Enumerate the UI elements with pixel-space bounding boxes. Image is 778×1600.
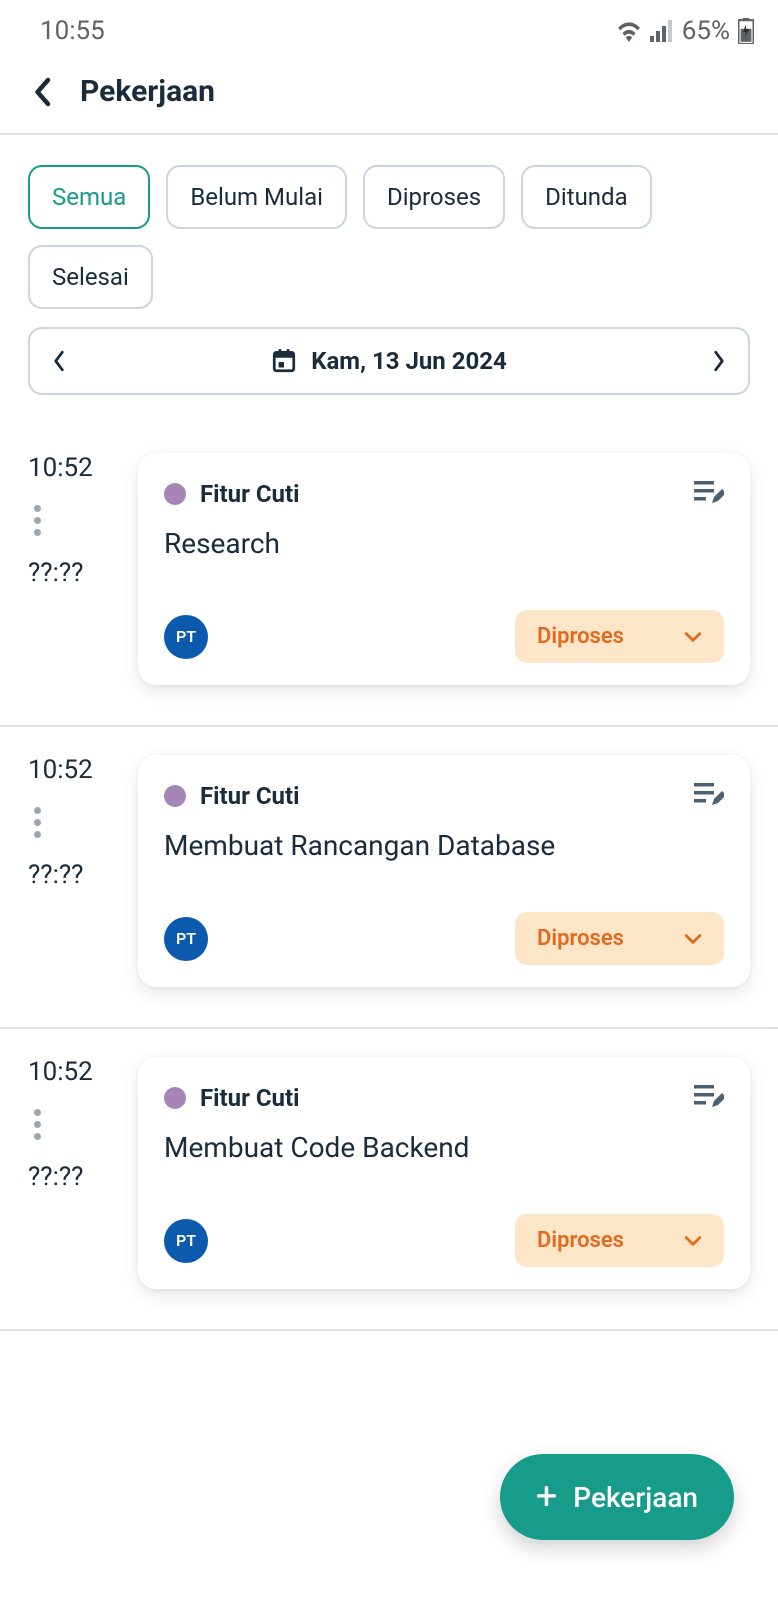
- status-indicators: 65%: [616, 16, 754, 46]
- task-status-label: Diproses: [537, 624, 624, 649]
- signal-icon: [650, 20, 674, 42]
- add-pekerjaan-fab[interactable]: + Pekerjaan: [500, 1454, 734, 1540]
- tab-ditunda[interactable]: Ditunda: [521, 165, 652, 229]
- task-tag-label: Fitur Cuti: [200, 1084, 299, 1112]
- task-edit-button[interactable]: [694, 479, 724, 509]
- task-card[interactable]: Fitur Cuti Research PT Diproses: [138, 453, 750, 685]
- task-more-button[interactable]: [28, 1109, 41, 1140]
- task-tag: Fitur Cuti: [164, 480, 299, 508]
- wifi-icon: [616, 20, 642, 42]
- tag-dot-icon: [164, 785, 186, 807]
- chevron-right-icon: [712, 350, 726, 372]
- task-title: Research: [164, 527, 724, 560]
- task-time-column: 10:52 ??:??: [28, 1057, 116, 1289]
- task-avatar[interactable]: PT: [164, 1219, 208, 1263]
- date-display[interactable]: Kam, 13 Jun 2024: [271, 347, 507, 375]
- tab-selesai[interactable]: Selesai: [28, 245, 153, 309]
- date-next-button[interactable]: [712, 350, 726, 372]
- task-start-time: 10:52: [28, 453, 93, 483]
- page-header: Pekerjaan: [0, 54, 778, 135]
- battery-icon: [738, 18, 754, 44]
- task-avatar[interactable]: PT: [164, 615, 208, 659]
- chevron-down-icon: [684, 933, 702, 945]
- status-time: 10:55: [40, 16, 105, 46]
- task-row: 10:52 ??:?? Fitur Cuti Membuat Rancangan…: [0, 727, 778, 1029]
- chevron-left-icon: [52, 350, 66, 372]
- task-status-dropdown[interactable]: Diproses: [515, 610, 724, 663]
- task-title: Membuat Rancangan Database: [164, 829, 724, 862]
- chevron-down-icon: [684, 631, 702, 643]
- battery-percent: 65%: [682, 16, 730, 46]
- date-prev-button[interactable]: [52, 350, 66, 372]
- tag-dot-icon: [164, 1087, 186, 1109]
- task-edit-button[interactable]: [694, 781, 724, 811]
- task-more-button[interactable]: [28, 807, 41, 838]
- task-tag-label: Fitur Cuti: [200, 782, 299, 810]
- chevron-left-icon: [32, 77, 52, 107]
- task-card[interactable]: Fitur Cuti Membuat Rancangan Database PT…: [138, 755, 750, 987]
- back-button[interactable]: [32, 77, 52, 107]
- task-edit-button[interactable]: [694, 1083, 724, 1113]
- filter-tabs: Semua Belum Mulai Diproses Ditunda Seles…: [0, 135, 778, 327]
- page-title: Pekerjaan: [80, 74, 215, 109]
- tag-dot-icon: [164, 483, 186, 505]
- task-time-column: 10:52 ??:??: [28, 453, 116, 685]
- tab-belum-mulai[interactable]: Belum Mulai: [166, 165, 347, 229]
- task-row: 10:52 ??:?? Fitur Cuti Research PT Dipro…: [0, 425, 778, 727]
- task-row: 10:52 ??:?? Fitur Cuti Membuat Code Back…: [0, 1029, 778, 1331]
- date-picker: Kam, 13 Jun 2024: [28, 327, 750, 395]
- task-end-time: ??:??: [28, 860, 83, 890]
- task-avatar[interactable]: PT: [164, 917, 208, 961]
- edit-list-icon: [694, 479, 724, 505]
- task-tag: Fitur Cuti: [164, 1084, 299, 1112]
- tab-diproses[interactable]: Diproses: [363, 165, 505, 229]
- task-status-label: Diproses: [537, 926, 624, 951]
- task-end-time: ??:??: [28, 558, 83, 588]
- task-status-dropdown[interactable]: Diproses: [515, 912, 724, 965]
- calendar-icon: [271, 348, 297, 374]
- task-more-button[interactable]: [28, 505, 41, 536]
- status-bar: 10:55 65%: [0, 0, 778, 54]
- task-card[interactable]: Fitur Cuti Membuat Code Backend PT Dipro…: [138, 1057, 750, 1289]
- task-tag: Fitur Cuti: [164, 782, 299, 810]
- task-start-time: 10:52: [28, 755, 93, 785]
- task-status-dropdown[interactable]: Diproses: [515, 1214, 724, 1267]
- task-title: Membuat Code Backend: [164, 1131, 724, 1164]
- task-status-label: Diproses: [537, 1228, 624, 1253]
- edit-list-icon: [694, 1083, 724, 1109]
- fab-label: Pekerjaan: [573, 1481, 698, 1514]
- task-tag-label: Fitur Cuti: [200, 480, 299, 508]
- tab-semua[interactable]: Semua: [28, 165, 150, 229]
- date-label: Kam, 13 Jun 2024: [311, 347, 507, 375]
- chevron-down-icon: [684, 1235, 702, 1247]
- task-end-time: ??:??: [28, 1162, 83, 1192]
- plus-icon: +: [536, 1478, 558, 1516]
- edit-list-icon: [694, 781, 724, 807]
- task-start-time: 10:52: [28, 1057, 93, 1087]
- task-time-column: 10:52 ??:??: [28, 755, 116, 987]
